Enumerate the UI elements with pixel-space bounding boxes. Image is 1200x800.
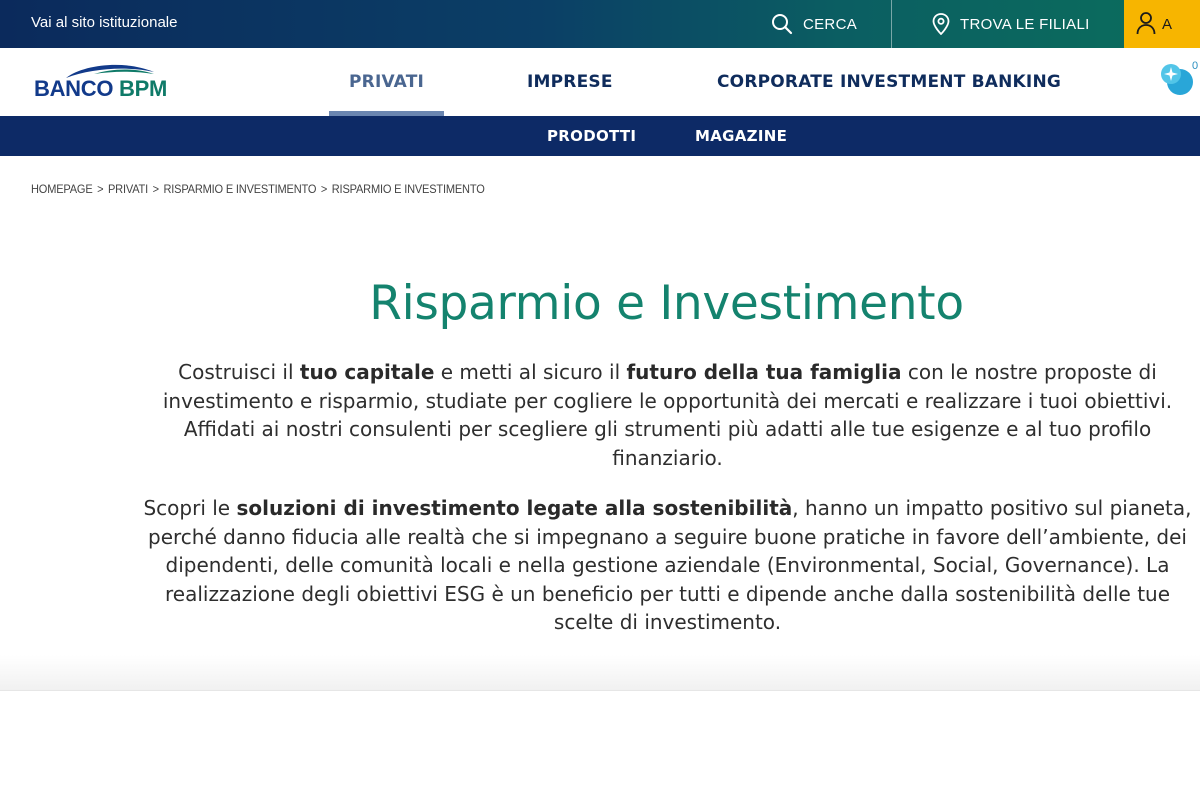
tab-imprese[interactable]: IMPRESE xyxy=(527,48,613,116)
topbar-divider xyxy=(891,0,892,48)
find-branches-label: TROVA LE FILIALI xyxy=(960,15,1090,33)
search-icon xyxy=(771,13,793,35)
breadcrumb-separator: > xyxy=(320,182,328,196)
subnav-item-prodotti[interactable]: PRODOTTI xyxy=(547,116,636,156)
sustainability-paragraph: Scopri le soluzioni di investimento lega… xyxy=(140,494,1195,637)
utility-bar: Vai al sito istituzionale CERCA TROVA LE… xyxy=(0,0,1200,48)
page-title: Risparmio e Investimento xyxy=(369,276,964,331)
body-text: e metti al sicuro il xyxy=(434,360,627,384)
banco-bpm-logo[interactable]: BANCO BPM xyxy=(34,62,184,102)
breadcrumb-item-risparmio[interactable]: Risparmio e Investimento xyxy=(163,182,316,196)
user-icon xyxy=(1136,11,1156,39)
main-navigation: BANCO BPM PRIVATI IMPRESE CORPORATE INVE… xyxy=(0,48,1200,116)
body-text: Scopri le xyxy=(143,496,237,520)
sub-navigation: PRODOTTI MAGAZINE xyxy=(0,116,1200,156)
account-label: A xyxy=(1162,15,1173,33)
breadcrumb-separator: > xyxy=(152,182,159,196)
logo-text-banco: BANCO xyxy=(34,76,119,101)
section-divider xyxy=(0,655,1200,691)
emphasis-text: futuro della tua famiglia xyxy=(626,360,902,384)
breadcrumb-item-homepage[interactable]: Homepage xyxy=(31,182,93,196)
breadcrumb-separator: > xyxy=(97,182,104,196)
subnav-item-magazine[interactable]: MAGAZINE xyxy=(695,116,787,156)
institutional-site-link[interactable]: Vai al sito istituzionale xyxy=(31,14,177,31)
chatbot-icon xyxy=(1161,64,1193,95)
logo-text-bpm: BPM xyxy=(118,76,167,101)
map-pin-icon xyxy=(932,13,950,35)
search-button[interactable]: CERCA xyxy=(771,0,857,48)
search-label: CERCA xyxy=(803,15,858,33)
breadcrumb: Homepage > Privati > Risparmio e Investi… xyxy=(31,182,485,196)
tab-privati[interactable]: PRIVATI xyxy=(328,48,445,116)
chatbot-button[interactable]: 0 xyxy=(1160,60,1200,102)
intro-paragraph: Costruisci il tuo capitale e metti al si… xyxy=(140,358,1195,472)
content-area xyxy=(0,691,1200,800)
chatbot-count: 0 xyxy=(1192,60,1199,72)
account-button[interactable]: A xyxy=(1124,0,1200,48)
find-branches-button[interactable]: TROVA LE FILIALI xyxy=(932,0,1090,48)
breadcrumb-item-current: Risparmio e Investimento xyxy=(331,182,485,196)
emphasis-text: tuo capitale xyxy=(299,360,435,384)
breadcrumb-item-privati[interactable]: Privati xyxy=(108,182,148,196)
tab-corporate-investment-banking[interactable]: CORPORATE INVESTMENT BANKING xyxy=(717,48,1061,116)
body-text: Costruisci il xyxy=(178,360,300,384)
emphasis-text: soluzioni di investimento legate alla so… xyxy=(236,496,793,520)
